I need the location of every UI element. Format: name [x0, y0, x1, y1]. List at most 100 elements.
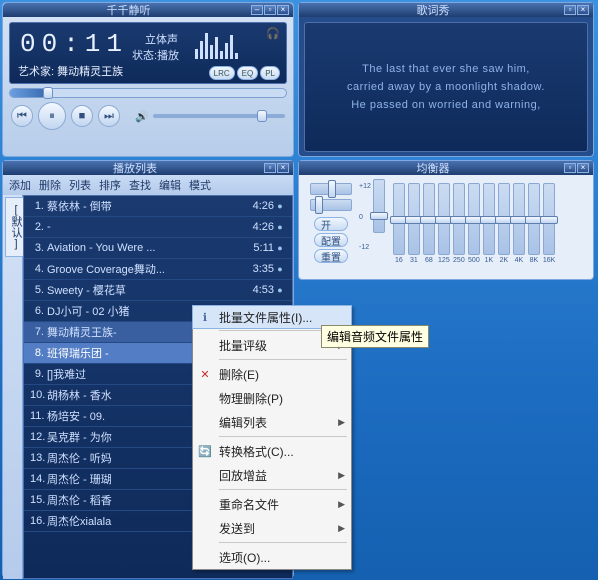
menu-label: 回放增益	[219, 467, 267, 484]
menu-icon: ℹ	[197, 311, 213, 324]
minimize-button[interactable]: –	[251, 5, 263, 15]
stop-button[interactable]: ■	[71, 105, 93, 127]
playlist-item[interactable]: 5.Sweety - 樱花草4:53●	[24, 280, 292, 301]
lyrics-close-button[interactable]: ×	[577, 5, 589, 15]
eq-min-button[interactable]: ▫	[564, 163, 576, 173]
band-label: 4K	[515, 257, 524, 264]
band-label: 68	[425, 257, 433, 264]
playlist-titlebar[interactable]: 播放列表 ▫ ×	[3, 161, 293, 175]
mode-button[interactable]: ▫	[264, 5, 276, 15]
eq-enable-button[interactable]: 开	[314, 217, 348, 231]
submenu-arrow-icon: ▶	[338, 523, 345, 534]
elapsed-time: 00:11	[20, 29, 128, 59]
preamp-slider[interactable]	[373, 179, 385, 233]
track-duration: 4:26	[240, 221, 274, 233]
track-number: 14.	[30, 473, 44, 485]
prev-button[interactable]: ⏮	[11, 105, 33, 127]
track-number: 7.	[30, 326, 44, 338]
menu-列表[interactable]: 列表	[67, 177, 93, 193]
playback-state: 状态:播放	[132, 47, 179, 63]
lyric-line: carried away by a moonlight shadow.	[347, 78, 545, 96]
lyrics-min-button[interactable]: ▫	[564, 5, 576, 15]
eq-band-500[interactable]	[468, 183, 480, 255]
main-player-window: 千千静听 – ▫ × 00:11 立体声 状态:播放 🎧 艺术家: 舞动精灵王族…	[2, 2, 294, 157]
pl-button[interactable]: PL	[260, 66, 280, 80]
eq-band-31[interactable]	[408, 183, 420, 255]
track-number: 10.	[30, 389, 44, 401]
menu-item[interactable]: 回放增益 ▶	[193, 463, 351, 487]
seek-bar[interactable]	[9, 88, 287, 98]
playlist-tab-column: [默认]	[3, 195, 23, 579]
menu-添加[interactable]: 添加	[7, 177, 33, 193]
eq-button[interactable]: EQ	[237, 66, 259, 80]
track-number: 13.	[30, 452, 44, 464]
play-pause-button[interactable]: ⏸	[38, 102, 66, 130]
playlist-item[interactable]: 1.蔡依林 - 倒带4:26●	[24, 196, 292, 217]
eq-titlebar[interactable]: 均衡器 ▫ ×	[299, 161, 593, 175]
menu-排序[interactable]: 排序	[97, 177, 123, 193]
submenu-arrow-icon: ▶	[338, 470, 345, 481]
eq-band-125[interactable]	[438, 183, 450, 255]
track-duration: 4:53	[240, 284, 274, 296]
track-number: 8.	[30, 347, 44, 359]
track-name: -	[47, 221, 240, 233]
track-number: 6.	[30, 305, 44, 317]
eq-close-button[interactable]: ×	[577, 163, 589, 173]
menu-label: 选项(O)...	[219, 549, 270, 566]
band-label: 125	[438, 257, 450, 264]
player-titlebar[interactable]: 千千静听 – ▫ ×	[3, 3, 293, 17]
eq-band-4K[interactable]	[513, 183, 525, 255]
playlist-title: 播放列表	[7, 160, 263, 176]
menu-item[interactable]: ✕删除(E)	[193, 362, 351, 386]
close-button[interactable]: ×	[277, 5, 289, 15]
balance-slider[interactable]	[310, 183, 352, 195]
track-number: 5.	[30, 284, 44, 296]
menu-item[interactable]: 🔄转换格式(C)...	[193, 439, 351, 463]
menu-label: 发送到	[219, 520, 255, 537]
menu-item[interactable]: 重命名文件▶	[193, 492, 351, 516]
menu-item[interactable]: 编辑列表▶	[193, 410, 351, 434]
menu-item[interactable]: 物理删除(P)	[193, 386, 351, 410]
volume-slider[interactable]: 🔊	[135, 110, 285, 123]
artist-info: 艺术家: 舞动精灵王族	[18, 63, 123, 79]
track-duration: 5:11	[240, 242, 274, 254]
next-button[interactable]: ⏭	[98, 105, 120, 127]
menu-item[interactable]: 选项(O)...	[193, 545, 351, 569]
menu-item[interactable]: 发送到 ▶	[193, 516, 351, 540]
menu-查找[interactable]: 查找	[127, 177, 153, 193]
eq-band-68[interactable]	[423, 183, 435, 255]
lyrics-titlebar[interactable]: 歌词秀 ▫ ×	[299, 3, 593, 17]
track-icon: ●	[274, 264, 286, 274]
track-number: 4.	[30, 263, 44, 275]
playlist-close-button[interactable]: ×	[277, 163, 289, 173]
band-label: 16K	[543, 257, 555, 264]
lyric-line: He passed on worried and warning,	[351, 96, 541, 114]
playlist-item[interactable]: 2.-4:26●	[24, 217, 292, 238]
eq-band-2K[interactable]	[498, 183, 510, 255]
stereo-label: 立体声	[145, 31, 178, 47]
band-label: 2K	[500, 257, 509, 264]
lyrics-window: 歌词秀 ▫ × The last that ever she saw him, …	[298, 2, 594, 157]
lrc-button[interactable]: LRC	[209, 66, 235, 80]
eq-band-1K[interactable]	[483, 183, 495, 255]
eq-band-250[interactable]	[453, 183, 465, 255]
menu-删除[interactable]: 删除	[37, 177, 63, 193]
track-name: Sweety - 樱花草	[47, 282, 240, 298]
eq-preset-button[interactable]: 配置	[314, 233, 348, 247]
menu-编辑[interactable]: 编辑	[157, 177, 183, 193]
track-icon: ●	[274, 243, 286, 253]
track-icon: ●	[274, 222, 286, 232]
surround-slider[interactable]	[310, 199, 352, 211]
eq-reset-button[interactable]: 重置	[314, 249, 348, 263]
playlist-item[interactable]: 3.Aviation - You Were ...5:11●	[24, 238, 292, 259]
playlist-min-button[interactable]: ▫	[264, 163, 276, 173]
eq-title: 均衡器	[303, 160, 563, 176]
eq-band-16[interactable]	[393, 183, 405, 255]
menu-模式[interactable]: 模式	[187, 177, 213, 193]
headphone-icon: 🎧	[266, 27, 282, 43]
eq-band-8K[interactable]	[528, 183, 540, 255]
eq-band-16K[interactable]	[543, 183, 555, 255]
menu-label: 批量文件属性(I)...	[219, 309, 312, 326]
playlist-item[interactable]: 4.Groove Coverage舞动...3:35●	[24, 259, 292, 280]
band-label: 250	[453, 257, 465, 264]
